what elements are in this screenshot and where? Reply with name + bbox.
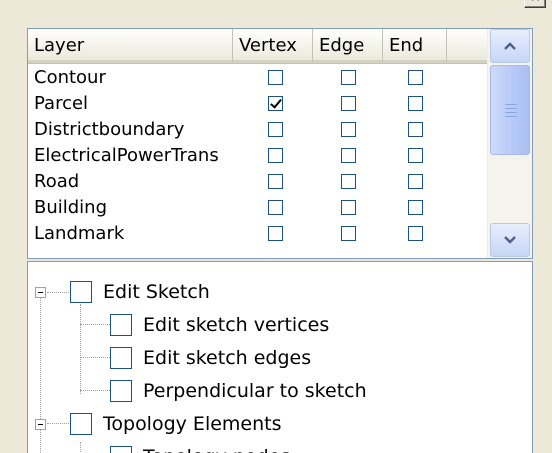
layer-name: Road — [34, 170, 80, 192]
table-row: Contour — [28, 64, 488, 90]
edge-checkbox[interactable] — [340, 121, 356, 137]
vertex-checkbox[interactable] — [268, 199, 283, 215]
vertex-checkbox[interactable] — [268, 121, 283, 137]
edge-checkbox[interactable] — [340, 69, 356, 85]
column-header-layer[interactable]: Layer — [28, 29, 233, 63]
table-row: Building — [28, 194, 488, 220]
tree-node-label[interactable]: Perpendicular to sketch — [143, 380, 367, 402]
edge-checkbox[interactable] — [340, 173, 356, 189]
column-header-end[interactable]: End — [383, 29, 447, 63]
tree-node-label[interactable]: Edit Sketch — [103, 281, 210, 303]
layer-name: Contour — [34, 66, 106, 88]
layer-name: ElectricalPowerTrans — [34, 144, 219, 166]
column-header-vertex[interactable]: Vertex — [233, 29, 313, 63]
vertex-checkbox[interactable] — [268, 147, 283, 163]
tree-node-checkbox[interactable] — [110, 446, 132, 453]
column-header-filler — [447, 29, 488, 63]
scroll-thumb[interactable] — [490, 65, 530, 155]
tree-node-label[interactable]: Topology nodes — [143, 446, 290, 453]
vertex-checkbox[interactable] — [268, 173, 283, 189]
layer-name: Landmark — [34, 222, 125, 244]
vertex-checkbox[interactable] — [268, 69, 283, 85]
edge-checkbox[interactable] — [340, 95, 356, 111]
layer-name: Parcel — [34, 92, 89, 114]
end-checkbox[interactable] — [407, 173, 423, 189]
collapse-icon[interactable] — [35, 287, 46, 298]
end-checkbox[interactable] — [407, 95, 423, 111]
chevron-down-icon — [504, 236, 516, 244]
tree-node-checkbox[interactable] — [110, 380, 132, 402]
end-checkbox[interactable] — [407, 225, 423, 241]
close-button[interactable]: × — [524, 0, 546, 8]
end-checkbox[interactable] — [407, 199, 423, 215]
table-row: Landmark — [28, 220, 488, 246]
edge-checkbox[interactable] — [340, 199, 356, 215]
table-row: ElectricalPowerTrans — [28, 142, 488, 168]
tree-node-checkbox[interactable] — [110, 314, 132, 336]
layer-name: Building — [34, 196, 108, 218]
end-checkbox[interactable] — [407, 121, 423, 137]
tree-node-label[interactable]: Topology Elements — [103, 413, 282, 435]
scroll-down-button[interactable] — [490, 223, 530, 257]
grid-header: Layer Vertex Edge End — [28, 29, 488, 64]
chevron-up-icon — [504, 42, 516, 50]
tree-node-checkbox[interactable] — [110, 347, 132, 369]
snapping-layer-grid: Layer Vertex Edge End Contour Parcel Distr… — [27, 28, 533, 259]
grid-body: Contour Parcel Districtboundary ElectricalP… — [28, 64, 488, 258]
scroll-up-button[interactable] — [490, 29, 530, 63]
tree-node-label[interactable]: Edit sketch vertices — [143, 314, 329, 336]
vertex-checkbox[interactable] — [268, 95, 283, 111]
column-header-edge[interactable]: Edge — [313, 29, 383, 63]
tree-node-checkbox[interactable] — [70, 413, 92, 435]
edge-checkbox[interactable] — [340, 147, 356, 163]
edge-checkbox[interactable] — [340, 225, 356, 241]
table-row: Parcel — [28, 90, 488, 116]
table-row: Districtboundary — [28, 116, 488, 142]
tree-node-checkbox[interactable] — [70, 281, 92, 303]
close-icon: × — [530, 0, 541, 4]
layer-name: Districtboundary — [34, 118, 185, 140]
end-checkbox[interactable] — [407, 147, 423, 163]
vertex-checkbox[interactable] — [268, 225, 283, 241]
table-row: Road — [28, 168, 488, 194]
snapping-tree: Edit Sketch Edit sketch vertices Edit sket… — [27, 261, 533, 453]
end-checkbox[interactable] — [407, 69, 423, 85]
vertical-scrollbar[interactable] — [487, 29, 532, 258]
tree-node-label[interactable]: Edit sketch edges — [143, 347, 311, 369]
collapse-icon[interactable] — [35, 419, 46, 430]
window-top-strip: × — [0, 0, 552, 12]
